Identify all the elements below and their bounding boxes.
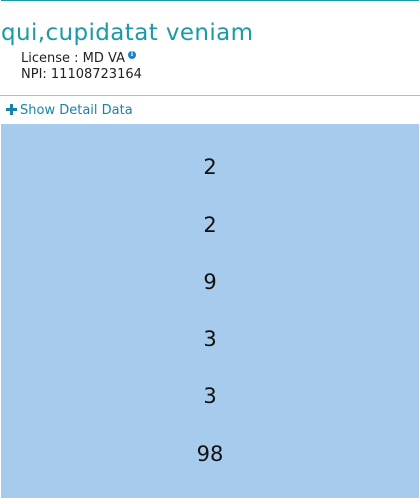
data-value: 98 — [196, 442, 224, 466]
data-panel: 2 2 9 3 3 98 — [1, 124, 419, 498]
info-icon[interactable]: i — [127, 51, 136, 59]
license-label: License : MD VA — [21, 51, 125, 66]
npi-label: NPI: 11108723164 — [21, 67, 142, 82]
show-detail-data-link[interactable]: Show Detail Data — [0, 96, 420, 124]
data-value: 2 — [203, 155, 217, 179]
show-detail-data-label: Show Detail Data — [20, 103, 133, 118]
license-line: License : MD VA i — [21, 50, 136, 67]
data-value: 3 — [203, 327, 217, 351]
data-value: 9 — [203, 270, 217, 294]
data-value: 3 — [203, 384, 217, 408]
data-value: 2 — [203, 213, 217, 237]
provider-name: qui,cupidatat veniam — [1, 20, 254, 46]
plus-icon — [6, 104, 17, 115]
provider-header: qui,cupidatat veniam License : MD VA i NP… — [0, 1, 420, 96]
